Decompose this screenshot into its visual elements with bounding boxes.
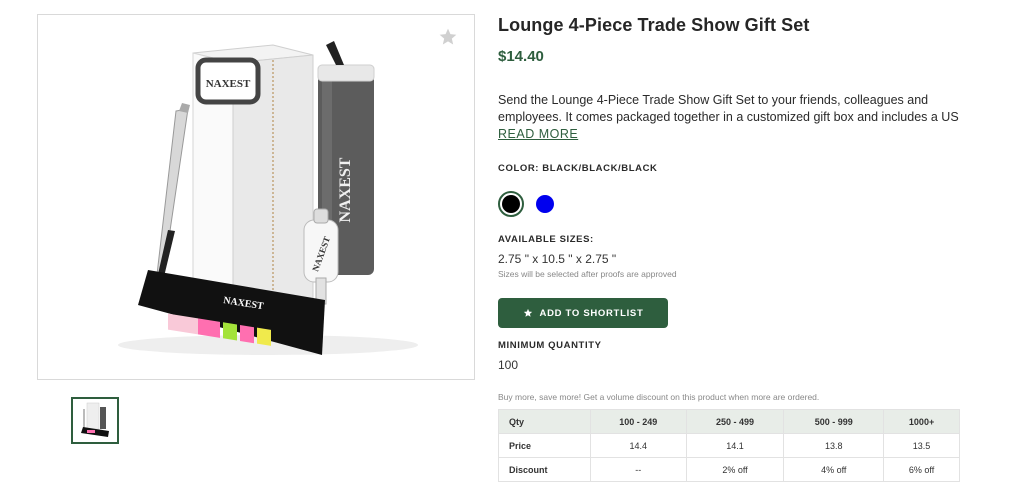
table-header-row: Qty 100 - 249 250 - 499 500 - 999 1000+: [498, 409, 960, 434]
favorite-star-icon[interactable]: [438, 27, 458, 47]
table-cell: 14.4: [589, 433, 687, 458]
star-icon: [523, 308, 532, 317]
thumbnail-image: [81, 402, 109, 437]
table-cell: 2% off: [685, 457, 785, 482]
swatch-fill: [536, 195, 554, 213]
shortlist-label: ADD TO SHORTLIST: [539, 307, 644, 319]
description-line: Send the Lounge 4-Piece Trade Show Gift …: [498, 93, 929, 107]
table-row-label: Price: [498, 433, 591, 458]
product-image[interactable]: NAXEST NAXEST NAXEST NAXEST: [38, 15, 475, 380]
box-logo-text: NAXEST: [206, 78, 251, 90]
product-image-gallery: NAXEST NAXEST NAXEST NAXEST: [37, 14, 475, 380]
minimum-quantity-label: MINIMUM QUANTITY: [498, 340, 602, 351]
table-cell: --: [589, 457, 687, 482]
table-row-label: Discount: [498, 457, 591, 482]
product-title: Lounge 4-Piece Trade Show Gift Set: [498, 15, 810, 35]
color-swatch-blue[interactable]: [532, 191, 558, 217]
read-more-link[interactable]: READ MORE: [498, 127, 578, 141]
sizes-label: AVAILABLE SIZES:: [498, 234, 594, 245]
table-header: 250 - 499: [685, 409, 785, 434]
table-header: Qty: [498, 409, 591, 434]
bottle-logo-text: NAXEST: [337, 157, 354, 222]
table-header: 1000+: [883, 409, 960, 434]
product-description: Send the Lounge 4-Piece Trade Show Gift …: [498, 92, 960, 126]
volume-discount-note: Buy more, save more! Get a volume discou…: [498, 392, 820, 402]
description-line: employees. It comes packaged together in…: [498, 110, 960, 124]
color-label: COLOR: BLACK/BLACK/BLACK: [498, 163, 658, 174]
table-header: 500 - 999: [783, 409, 885, 434]
table-cell: 13.8: [783, 433, 885, 458]
color-swatch-black[interactable]: [498, 191, 524, 217]
table-header: 100 - 249: [589, 409, 687, 434]
sizes-value: 2.75 " x 10.5 " x 2.75 ": [498, 252, 617, 266]
swatch-fill: [502, 195, 520, 213]
sizes-note: Sizes will be selected after proofs are …: [498, 269, 677, 279]
table-row: Discount -- 2% off 4% off 6% off: [498, 457, 960, 482]
table-cell: 6% off: [883, 457, 960, 482]
table-cell: 13.5: [883, 433, 960, 458]
product-thumbnail[interactable]: [71, 397, 119, 444]
table-cell: 4% off: [783, 457, 885, 482]
add-to-shortlist-button[interactable]: ADD TO SHORTLIST: [498, 298, 668, 328]
pricing-table: Qty 100 - 249 250 - 499 500 - 999 1000+ …: [498, 409, 960, 482]
table-cell: 14.1: [685, 433, 785, 458]
table-row: Price 14.4 14.1 13.8 13.5: [498, 433, 960, 458]
product-price: $14.40: [498, 48, 544, 65]
minimum-quantity-value: 100: [498, 358, 519, 372]
